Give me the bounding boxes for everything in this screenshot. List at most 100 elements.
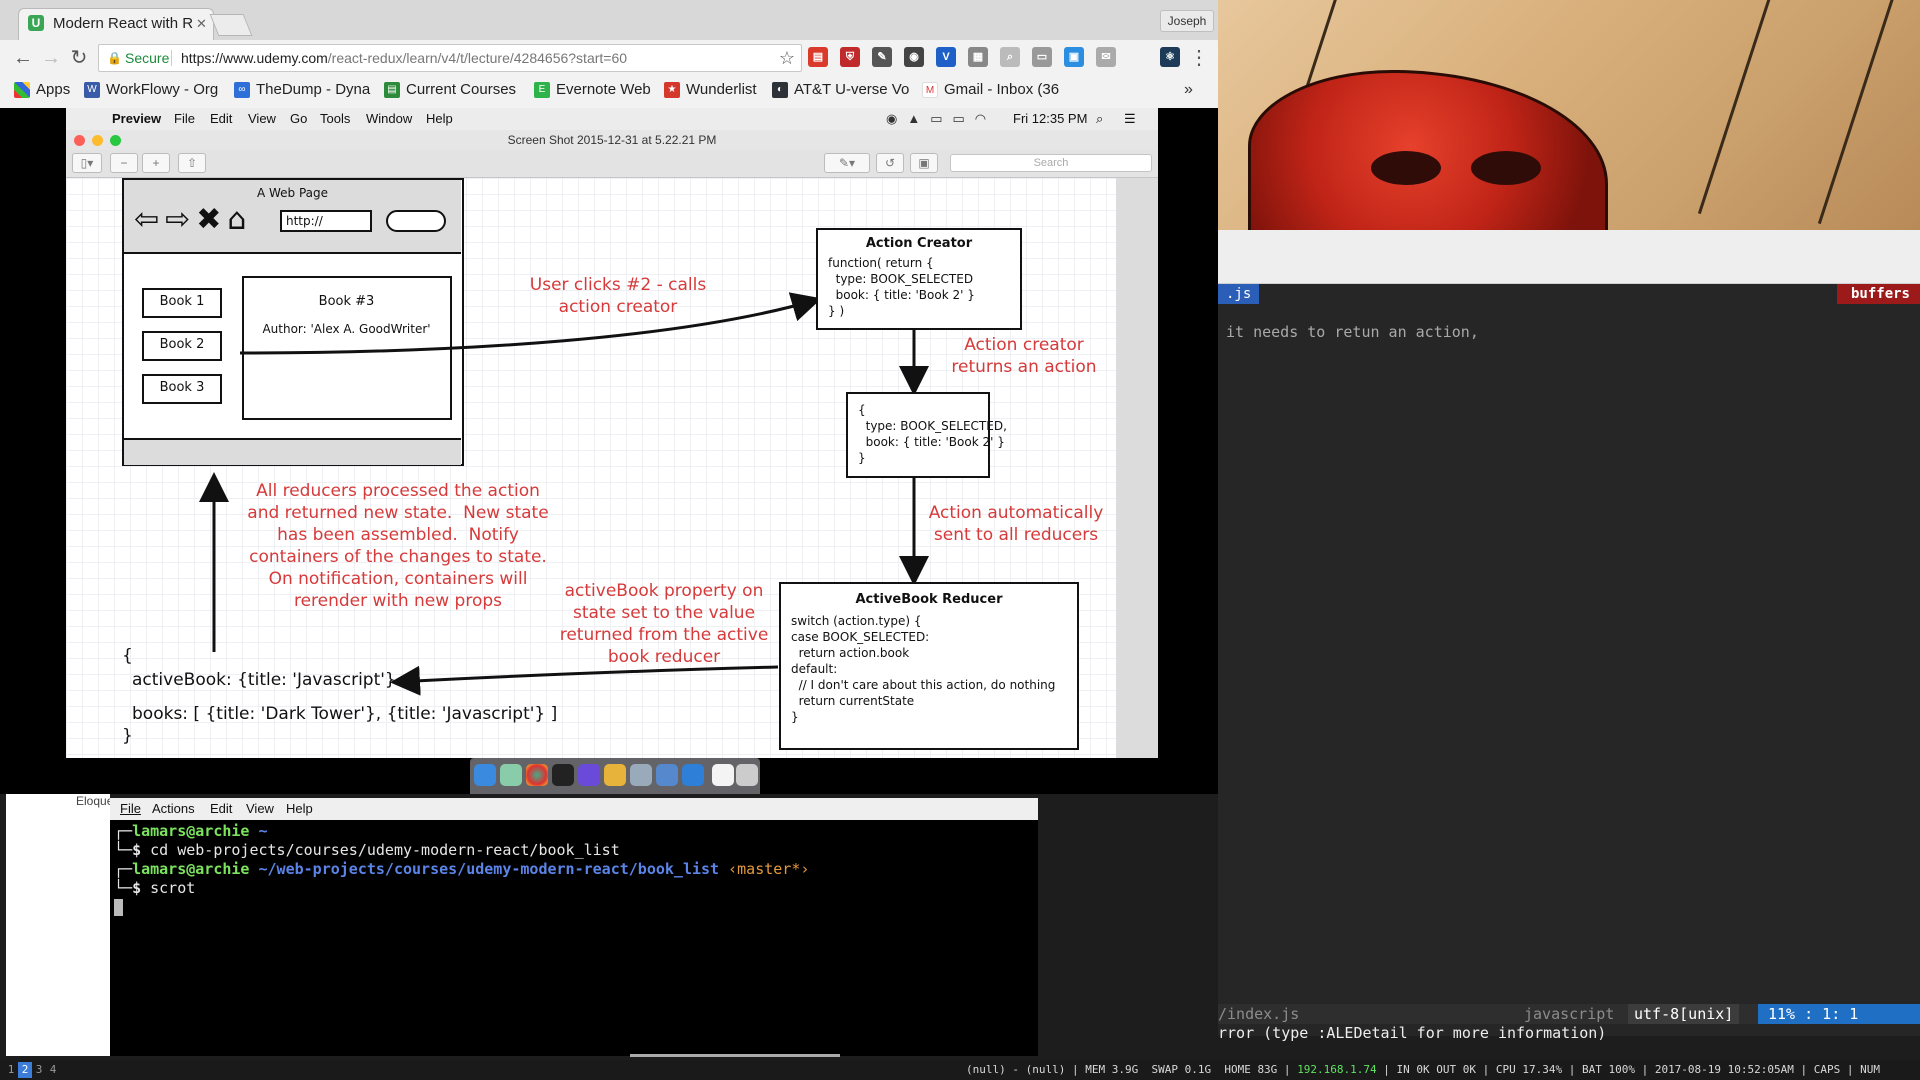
system-stats: (null) - (null) | MEM 3.9G SWAP 0.1G HOM… xyxy=(966,1063,1880,1076)
chrome-menu-icon[interactable]: ⋮ xyxy=(1188,47,1210,69)
statusline-encoding: utf-8[unix] xyxy=(1628,1004,1740,1024)
bookmark-workflowy[interactable]: W WorkFlowy - Org xyxy=(84,75,218,105)
note-action-returned: Action creator returns an action xyxy=(951,335,1097,377)
markup-pen-icon: ✎▾ xyxy=(824,153,870,173)
bookmark-gmail[interactable]: M Gmail - Inbox (36 xyxy=(922,75,1059,105)
bookmark-wunderlist[interactable]: ★ Wunderlist xyxy=(664,75,757,105)
terminal-menu-file[interactable]: File xyxy=(120,798,141,820)
bookmark-att-uverse[interactable]: ◐ AT&T U-verse Vo xyxy=(772,75,909,105)
toolbox-icon: ▣ xyxy=(910,153,938,173)
extension-v-icon[interactable]: V xyxy=(936,47,956,67)
preview-toolbar: ▯▾ − + ⇧ ✎▾ ↺ ▣ Search xyxy=(66,150,1158,178)
preview-search-field: Search xyxy=(950,154,1152,172)
text-editor[interactable]: .js buffers it needs to retun an action,… xyxy=(1218,284,1920,1042)
diagram-slide: A Web Page ⇦⇨✖⌂ http:// Book 1 Book 2 Bo… xyxy=(66,178,1116,758)
workspace-4[interactable]: 4 xyxy=(46,1062,60,1078)
bookmarks-overflow-icon[interactable]: » xyxy=(1184,75,1193,105)
secure-label: Secure xyxy=(125,50,170,66)
mac-menu-file: File xyxy=(174,111,195,126)
statusline-position: 11% : 1: 1 xyxy=(1758,1004,1920,1024)
finder-icon xyxy=(474,764,496,786)
mac-status-icons: ◉▲▭▭◠ xyxy=(886,111,997,126)
evernote-icon: E xyxy=(534,82,550,98)
bookmark-evernote[interactable]: E Evernote Web xyxy=(534,75,651,105)
extension-react-icon[interactable]: ⚛ xyxy=(1160,47,1180,67)
terminal-command-line: └─$ cd web-projects/courses/udemy-modern… xyxy=(114,841,620,859)
terminal-menu-edit[interactable]: Edit xyxy=(210,798,232,820)
forward-icon[interactable]: → xyxy=(40,47,62,69)
terminal-menu-view[interactable]: View xyxy=(246,798,274,820)
action-creator-title: Action Creator xyxy=(865,236,973,251)
tab-udemy[interactable]: Modern React with R xyxy=(18,8,214,40)
zoom-light-icon xyxy=(110,135,121,146)
workspace-3[interactable]: 3 xyxy=(32,1062,46,1078)
bookmark-apps[interactable]: Apps xyxy=(14,75,70,105)
mac-menu-view: View xyxy=(248,111,276,126)
profile-button[interactable]: Joseph xyxy=(1160,10,1214,32)
back-icon[interactable]: ← xyxy=(12,47,34,69)
sketch-dock-icon xyxy=(604,764,626,786)
url-text: https://www.udemy.com/react-redux/learn/… xyxy=(181,45,627,71)
editor-message-line: rror (type :ALEDetail for more informati… xyxy=(1218,1024,1607,1042)
statusline-language: javascript xyxy=(1524,1005,1615,1023)
extension-evernote-icon[interactable]: ✎ xyxy=(872,47,892,67)
trash-dock-icon xyxy=(736,764,758,786)
extension-window-icon[interactable]: ▭ xyxy=(1032,47,1052,67)
action-creator-box: Action Creator function( return { type: … xyxy=(816,228,1022,330)
zoom-in-icon: + xyxy=(142,153,170,173)
extension-chat-icon[interactable]: ✉ xyxy=(1096,47,1116,67)
terminal-cursor xyxy=(114,899,123,916)
chrome-dock-icon xyxy=(526,764,548,786)
app-dock-icon xyxy=(578,764,600,786)
note-user-clicks: User clicks #2 - calls action creator xyxy=(529,275,707,317)
extension-screen-icon[interactable]: ▣ xyxy=(1064,47,1084,67)
terminal-menubar: File Actions Edit View Help xyxy=(110,798,1038,820)
terminal-command-line: └─$ scrot xyxy=(114,879,196,897)
extension-search-icon[interactable]: ⌕ xyxy=(1000,47,1020,67)
address-bar[interactable]: 🔒 Secure https://www.udemy.com/react-red… xyxy=(98,44,802,72)
workspace-2[interactable]: 2 xyxy=(18,1062,32,1078)
share-icon: ⇧ xyxy=(178,153,206,173)
apps-grid-icon xyxy=(14,82,30,98)
browser-window: Modern React with R U ✕ Joseph ← → ↻ 🔒 S… xyxy=(0,0,1218,108)
extension-pocket-icon[interactable]: ◉ xyxy=(904,47,924,67)
tab-close-icon[interactable]: ✕ xyxy=(196,16,207,32)
editor-buffers-tab[interactable]: buffers xyxy=(1836,284,1920,304)
background-window-label: Eloque xyxy=(76,794,114,808)
mac-menu-tools: Tools xyxy=(320,111,351,126)
sheets-icon: ▤ xyxy=(384,82,400,98)
state-activebook: activeBook: {title: 'Javascript'} xyxy=(132,670,396,690)
extension-ublock-icon[interactable]: ⛨ xyxy=(840,47,860,67)
editor-statusline: /index.js javascript utf-8[unix] 11% : 1… xyxy=(1218,1004,1920,1024)
att-icon: ◐ xyxy=(772,82,788,98)
bookmarks-bar: Apps W WorkFlowy - Org ∞ TheDump - Dyna ▤ C… xyxy=(0,75,1218,105)
editor-file-tab[interactable]: .js xyxy=(1218,284,1260,304)
system-statusbar: 1 2 3 4 (null) - (null) | MEM 3.9G SWAP … xyxy=(0,1060,1920,1080)
extension-grid-icon[interactable]: ▦ xyxy=(968,47,988,67)
launchpad-icon xyxy=(500,764,522,786)
bookmark-star-icon[interactable]: ☆ xyxy=(779,45,795,71)
reload-icon[interactable]: ↻ xyxy=(68,47,90,69)
udemy-favicon-icon: U xyxy=(28,15,44,31)
terminal-scrollbar[interactable] xyxy=(630,1054,840,1057)
preview-dock-icon xyxy=(630,764,652,786)
bookmark-thedump[interactable]: ∞ TheDump - Dyna xyxy=(234,75,370,105)
extension-todoist-icon[interactable]: ▤ xyxy=(808,47,828,67)
sidebar-toggle-icon: ▯▾ xyxy=(72,153,102,173)
bookmark-current-courses[interactable]: ▤ Current Courses xyxy=(384,75,516,105)
safari-dock-icon xyxy=(682,764,704,786)
gmail-icon: M xyxy=(922,82,938,98)
mac-dock xyxy=(470,758,760,794)
wunderlist-icon: ★ xyxy=(664,82,680,98)
documents-dock-icon xyxy=(712,764,734,786)
terminal-menu-actions[interactable]: Actions xyxy=(152,798,195,820)
mac-menu-help: Help xyxy=(426,111,453,126)
mac-menubar: Preview File Edit View Go Tools Window H… xyxy=(66,108,1158,130)
terminal[interactable]: ┌─lamars@archie ~ └─$ cd web-projects/co… xyxy=(110,820,1038,1056)
terminal-dock-icon xyxy=(552,764,574,786)
workspace-1[interactable]: 1 xyxy=(4,1062,18,1078)
minimize-light-icon xyxy=(92,135,103,146)
state-close-brace: } xyxy=(122,726,133,746)
mac-menu-window: Window xyxy=(366,111,413,126)
terminal-menu-help[interactable]: Help xyxy=(286,798,313,820)
